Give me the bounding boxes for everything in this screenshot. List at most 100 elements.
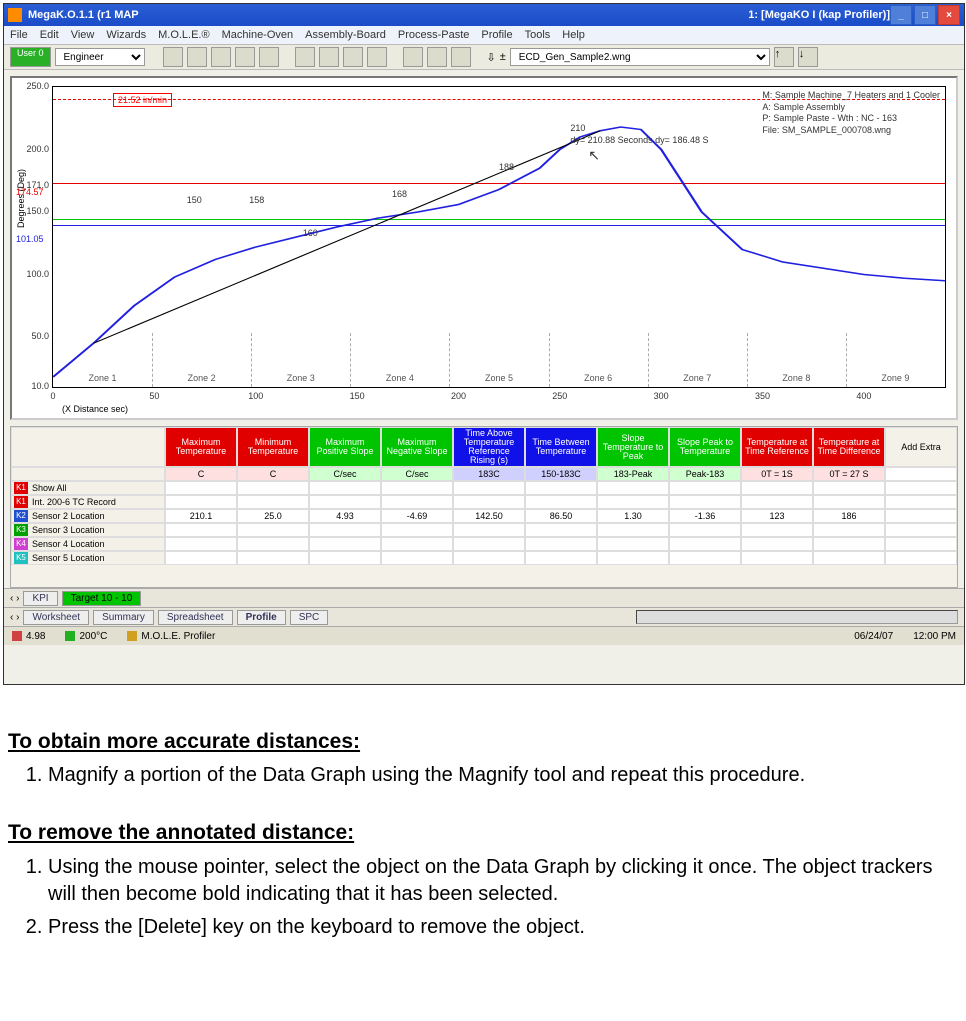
menu-view[interactable]: View [71, 29, 95, 41]
tab-spreadsheet[interactable]: Spreadsheet [158, 610, 233, 625]
table-row[interactable]: K4Sensor 4 Location [11, 537, 957, 551]
menu-file[interactable]: File [10, 29, 28, 41]
column-header: Add Extra [885, 427, 957, 467]
menu-mole[interactable]: M.O.L.E.® [158, 29, 210, 41]
data-cell [309, 551, 381, 565]
down-icon[interactable]: ↓ [798, 47, 818, 67]
y-tick: 50.0 [15, 331, 49, 341]
data-cell [237, 523, 309, 537]
menu-tools[interactable]: Tools [525, 29, 551, 41]
row-label[interactable]: K3Sensor 3 Location [11, 523, 165, 537]
column-header: Slope Temperature to Peak [597, 427, 669, 467]
data-cell [525, 481, 597, 495]
data-cell: 186 [813, 509, 885, 523]
close-button[interactable]: × [938, 5, 960, 25]
y-tick: 100.0 [15, 269, 49, 279]
menu-profile[interactable]: Profile [481, 29, 512, 41]
summary-cell: 183C [453, 467, 525, 481]
status-time: 12:00 PM [913, 631, 956, 642]
table-row[interactable]: K2Sensor 2 Location210.125.04.93-4.69142… [11, 509, 957, 523]
data-graph[interactable]: 10.050.0100.0150.0171.0200.0250.0 050100… [10, 76, 958, 420]
up-icon[interactable]: ↑ [774, 47, 794, 67]
tool-icon[interactable] [319, 47, 339, 67]
table-row[interactable]: K5Sensor 5 Location [11, 551, 957, 565]
data-cell [381, 495, 453, 509]
tab-kpi[interactable]: KPI [23, 591, 57, 606]
row-label-text: Int. 200-6 TC Record [32, 498, 116, 507]
data-cell: -1.36 [669, 509, 741, 523]
status-date: 06/24/07 [854, 631, 893, 642]
data-cell [237, 481, 309, 495]
data-cell [525, 495, 597, 509]
data-cell [309, 481, 381, 495]
minimize-button[interactable]: _ [890, 5, 912, 25]
menu-assemblyboard[interactable]: Assembly-Board [305, 29, 386, 41]
instr-item: Magnify a portion of the Data Graph usin… [48, 762, 958, 789]
data-cell [597, 495, 669, 509]
tool-icon[interactable] [259, 47, 279, 67]
tool-icon[interactable] [451, 47, 471, 67]
sensor-chip[interactable]: K2 [14, 510, 28, 522]
tab-worksheet[interactable]: Worksheet [23, 610, 89, 625]
line-label: 150 [187, 195, 202, 205]
menu-wizards[interactable]: Wizards [106, 29, 146, 41]
data-cell [741, 481, 813, 495]
menubar: File Edit View Wizards M.O.L.E.® Machine-Oven… [4, 26, 964, 45]
cursor-icon: ↖ [588, 147, 600, 164]
row-label[interactable]: K5Sensor 5 Location [11, 551, 165, 565]
tool-icon[interactable] [187, 47, 207, 67]
sensor-chip[interactable]: K3 [14, 524, 28, 536]
tool-icon[interactable] [295, 47, 315, 67]
sensor-chip[interactable]: K1 [14, 482, 28, 494]
role-select[interactable]: Engineer [55, 48, 145, 66]
tab-summary[interactable]: Summary [93, 610, 154, 625]
summary-cell: C/sec [381, 467, 453, 481]
x-tick: 50 [149, 391, 159, 401]
tool-icon[interactable] [211, 47, 231, 67]
menu-processpaste[interactable]: Process-Paste [398, 29, 470, 41]
tool-icon[interactable] [403, 47, 423, 67]
user-button[interactable]: User 0 [10, 47, 51, 67]
tab-target[interactable]: Target 10 - 10 [62, 591, 142, 606]
data-cell [885, 509, 957, 523]
line-label: 188 [499, 162, 514, 172]
row-label[interactable]: K1 Int. 200-6 TC Record [11, 495, 165, 509]
tool-icon[interactable] [427, 47, 447, 67]
menu-help[interactable]: Help [562, 29, 585, 41]
tab-profile[interactable]: Profile [237, 610, 286, 625]
row-label[interactable]: K4Sensor 4 Location [11, 537, 165, 551]
line-label: 158 [249, 195, 264, 205]
tool-icon[interactable] [235, 47, 255, 67]
tab-spc[interactable]: SPC [290, 610, 329, 625]
data-cell: 142.50 [453, 509, 525, 523]
sensor-chip[interactable]: K5 [14, 552, 28, 564]
table-row[interactable]: K3Sensor 3 Location [11, 523, 957, 537]
data-cell [237, 495, 309, 509]
y-tick: 250.0 [15, 81, 49, 91]
menu-machineoven[interactable]: Machine-Oven [222, 29, 294, 41]
row-label[interactable]: K2Sensor 2 Location [11, 509, 165, 523]
row-label[interactable]: K1Show All [11, 481, 165, 495]
table-row[interactable]: K1Show All [11, 481, 957, 495]
sensor-chip[interactable]: K4 [14, 538, 28, 550]
table-row[interactable]: K1 Int. 200-6 TC Record [11, 495, 957, 509]
y-tick: 200.0 [15, 144, 49, 154]
data-cell [885, 551, 957, 565]
column-header: Temperature at Time Difference [813, 427, 885, 467]
data-cell [309, 523, 381, 537]
tool-icon[interactable] [343, 47, 363, 67]
maximize-button[interactable]: □ [914, 5, 936, 25]
file-select[interactable]: ECD_Gen_Sample2.wng [510, 48, 770, 66]
sensor-chip[interactable]: K1 [14, 496, 28, 508]
data-cell: 4.93 [309, 509, 381, 523]
menu-edit[interactable]: Edit [40, 29, 59, 41]
scrollbar[interactable] [636, 610, 958, 624]
tool-icon[interactable] [163, 47, 183, 67]
distance-annotation[interactable]: dy= 210.88 Seconds dy= 186.48 S [570, 135, 708, 145]
x-tick: 350 [755, 391, 770, 401]
summary-cell: 150-183C [525, 467, 597, 481]
data-cell [669, 537, 741, 551]
magnify-icon[interactable] [367, 47, 387, 67]
column-header: Time Between Temperature [525, 427, 597, 467]
data-cell [885, 481, 957, 495]
